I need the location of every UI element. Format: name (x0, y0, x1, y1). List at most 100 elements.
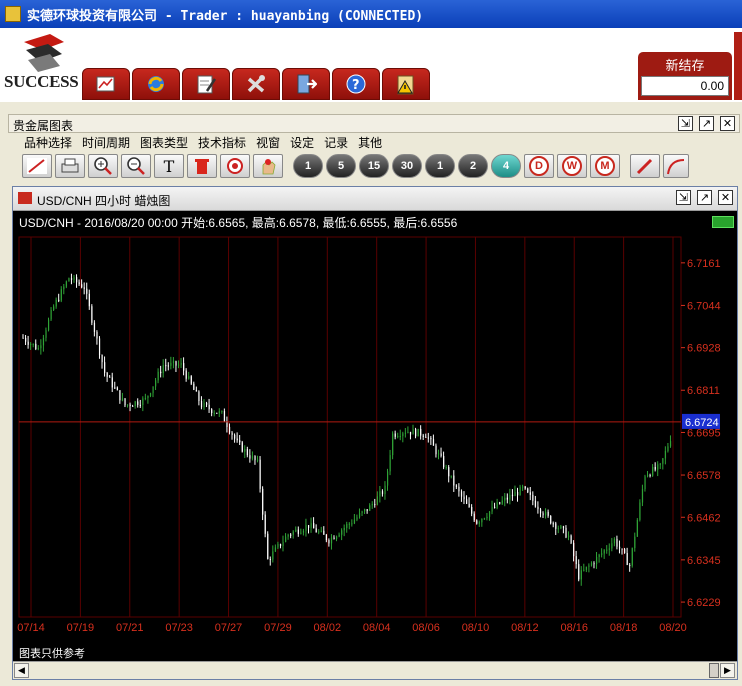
menu-item-window[interactable]: 视窗 (256, 134, 280, 152)
horizontal-scrollbar[interactable]: ◀ ▶ (13, 661, 737, 679)
candle-body (198, 391, 200, 402)
arc-tool-button[interactable] (663, 154, 689, 178)
candle-body (517, 492, 519, 496)
candle-body (167, 365, 169, 367)
period-button-h2[interactable]: 2 (458, 154, 488, 178)
exit-button[interactable] (282, 68, 330, 100)
candle-body (65, 281, 68, 287)
x-tick-label: 08/20 (659, 622, 687, 634)
new-balance-label: 新结存 (665, 58, 705, 73)
candle-body (588, 565, 590, 567)
period-button-h1[interactable]: 1 (425, 154, 455, 178)
tools-button[interactable] (232, 68, 280, 100)
candle-body (402, 433, 404, 437)
candle-body (652, 466, 654, 476)
candle-body (139, 404, 141, 406)
edit-document-icon (194, 73, 218, 95)
panel-maximize-icon[interactable]: ↗ (699, 116, 714, 131)
window-titlebar: 实德环球投资有限公司 - Trader : huayanbing (CONNEC… (0, 0, 742, 28)
period-button-m5[interactable]: 5 (326, 154, 356, 178)
candle-body (22, 337, 24, 339)
print-icon (61, 158, 79, 173)
menu-item-symbol[interactable]: 品种选择 (24, 134, 72, 152)
zoom-in-icon (94, 157, 112, 175)
scroll-left-icon[interactable]: ◀ (14, 663, 29, 678)
candle-body (160, 371, 162, 374)
candle-body (47, 319, 50, 331)
candle-body (177, 364, 180, 366)
candle-body (562, 526, 565, 528)
candle-body (639, 502, 641, 520)
print-button[interactable] (55, 154, 85, 178)
candle-body (618, 546, 621, 549)
delete-button[interactable] (187, 154, 217, 178)
menu-item-settings[interactable]: 设定 (290, 134, 314, 152)
help-button[interactable]: ? (332, 68, 380, 100)
logo-text: SUCCESS (4, 72, 79, 91)
zoom-in-button[interactable] (88, 154, 118, 178)
scroll-thumb[interactable] (709, 663, 719, 678)
menu-item-other[interactable]: 其他 (358, 134, 382, 152)
refresh-button[interactable] (132, 68, 180, 100)
y-tick-label: 6.6229 (687, 597, 721, 609)
candle-body (40, 345, 42, 349)
candle-body (109, 376, 111, 378)
candle-body (208, 404, 210, 410)
panel-minimize-icon[interactable]: ⇲ (678, 116, 693, 131)
warning-clipboard-button[interactable] (382, 68, 430, 100)
period-button-month[interactable]: M (590, 154, 620, 178)
candle-body (170, 362, 172, 366)
candle-body (468, 503, 470, 508)
record-button[interactable] (220, 154, 250, 178)
chart-tool-button[interactable] (82, 68, 130, 100)
candle-body (116, 387, 119, 391)
candle-body (654, 466, 656, 470)
candle-body (200, 401, 203, 408)
candlestick-chart[interactable]: 07/14 07/19 07/21 07/23 07/27 07/29 08/02 08/04… (13, 187, 737, 661)
x-tick-label: 07/19 (67, 622, 95, 634)
candle-body (550, 515, 552, 524)
menu-item-log[interactable]: 记录 (324, 134, 348, 152)
menu-item-period[interactable]: 时间周期 (82, 134, 130, 152)
candle-body (590, 563, 593, 566)
candle-body (580, 570, 582, 580)
period-button-m15[interactable]: 15 (359, 154, 389, 178)
period-button-day[interactable]: D (524, 154, 554, 178)
candle-body (269, 558, 271, 560)
candle-body (58, 299, 60, 301)
x-tick-label: 07/14 (17, 622, 45, 634)
window-title: 实德环球投资有限公司 - Trader : huayanbing (CONNEC… (27, 8, 424, 24)
candle-body (578, 564, 580, 580)
period-button-m1[interactable]: 1 (293, 154, 323, 178)
period-button-week[interactable]: W (557, 154, 587, 178)
record-icon (227, 158, 243, 174)
candle-body (466, 499, 468, 504)
candle-body (86, 288, 88, 294)
candle-body (76, 277, 78, 283)
candle-body (573, 542, 575, 557)
edit-document-button[interactable] (182, 68, 230, 100)
candle-body (476, 520, 478, 524)
candle-body (501, 500, 503, 504)
candle-body (195, 389, 198, 392)
candle-body (364, 509, 366, 512)
candle-body (98, 338, 101, 355)
panel-close-icon[interactable]: ✕ (720, 116, 735, 131)
hand-button[interactable] (253, 154, 283, 178)
menu-item-indicators[interactable]: 技术指标 (198, 134, 246, 152)
text-tool-button[interactable]: T (154, 154, 184, 178)
menu-item-chart-type[interactable]: 图表类型 (140, 134, 188, 152)
zoom-out-button[interactable] (121, 154, 151, 178)
candle-body (455, 485, 458, 487)
candle-body (494, 506, 496, 508)
period-button-m30[interactable]: 30 (392, 154, 422, 178)
candle-body (631, 548, 633, 566)
draw-pen-button[interactable] (630, 154, 660, 178)
candle-body (647, 475, 649, 477)
line-tool-button[interactable] (22, 154, 52, 178)
scroll-right-icon[interactable]: ▶ (720, 663, 735, 678)
candle-body (305, 525, 307, 531)
candle-body (412, 429, 414, 435)
period-button-h4[interactable]: 4 (491, 154, 521, 178)
candle-body (149, 393, 152, 396)
